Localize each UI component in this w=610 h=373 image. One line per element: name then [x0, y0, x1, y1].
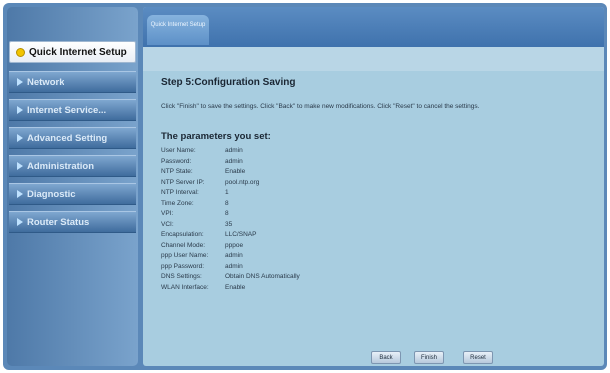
param-key: NTP Interval:	[161, 189, 199, 196]
param-value: 35	[225, 220, 233, 228]
sidebar-item-administration[interactable]: Administration	[9, 155, 136, 177]
arrow-right-icon	[17, 106, 23, 114]
param-row: ppp Password: admin	[161, 263, 592, 274]
param-key: ppp User Name:	[161, 252, 209, 259]
sidebar-item-label: Router Status	[27, 216, 90, 228]
param-row: Password: admin	[161, 158, 592, 169]
param-value: pppoe	[225, 241, 244, 249]
param-value: Enable	[225, 283, 246, 291]
param-row: User Name: admin	[161, 147, 592, 158]
tab-bar: Quick Internet Setup	[143, 7, 604, 47]
param-value: admin	[225, 147, 243, 154]
param-key: VCI:	[161, 220, 174, 228]
param-value: admin	[225, 157, 243, 165]
sidebar-item-label: Advanced Setting	[27, 132, 108, 144]
parameters-heading: The parameters you set:	[161, 131, 271, 142]
content-area: Step 5:Configuration Saving Click "Finis…	[161, 77, 592, 294]
param-key: DNS Settings:	[161, 273, 202, 280]
param-key: Password:	[161, 157, 192, 165]
sidebar-item-advanced-setting[interactable]: Advanced Setting	[9, 127, 136, 149]
active-bullet-icon	[16, 47, 25, 57]
sidebar-item-network[interactable]: Network	[9, 71, 136, 93]
sidebar-item-quick-internet-setup[interactable]: Quick Internet Setup	[9, 41, 136, 63]
sidebar-item-diagnostic[interactable]: Diagnostic	[9, 183, 136, 205]
param-row: WLAN Interface: Enable	[161, 284, 592, 295]
sub-header-bar	[143, 47, 604, 71]
sidebar-item-router-status[interactable]: Router Status	[9, 211, 136, 233]
param-key: WLAN Interface:	[161, 283, 209, 291]
param-value: 1	[225, 189, 229, 196]
param-row: NTP Server IP: pool.ntp.org	[161, 179, 592, 190]
param-row: VCI: 35	[161, 221, 592, 232]
param-key: Encapsulation:	[161, 231, 204, 238]
param-key: NTP Server IP:	[161, 178, 205, 186]
sidebar-item-label: Diagnostic	[27, 188, 76, 200]
tab-quick-internet-setup[interactable]: Quick Internet Setup	[147, 15, 209, 45]
finish-button[interactable]: Finish	[414, 351, 444, 364]
router-admin-window: Quick Internet Setup Network Internet Se…	[3, 3, 607, 370]
page-title: Step 5:Configuration Saving	[161, 77, 296, 88]
arrow-right-icon	[17, 162, 23, 170]
parameters-list: User Name: admin Password: admin NTP State…	[161, 147, 592, 294]
param-key: VPI:	[161, 210, 174, 217]
sidebar-item-label: Administration	[27, 160, 95, 172]
param-row: ppp User Name: admin	[161, 252, 592, 263]
main-panel: Quick Internet Setup Step 5:Configuratio…	[143, 7, 604, 366]
param-key: NTP State:	[161, 168, 193, 175]
sidebar-item-internet-service[interactable]: Internet Service...	[9, 99, 136, 121]
arrow-right-icon	[17, 218, 23, 226]
param-value: Enable	[225, 168, 246, 175]
sidebar-item-label: Internet Service...	[27, 104, 107, 116]
param-key: User Name:	[161, 147, 196, 154]
param-row: VPI: 8	[161, 210, 592, 221]
param-row: DNS Settings: Obtain DNS Automatically	[161, 273, 592, 284]
param-value: 8	[225, 199, 229, 207]
param-key: Time Zone:	[161, 199, 194, 207]
sidebar-item-label: Quick Internet Setup	[29, 46, 127, 58]
param-value: admin	[225, 252, 243, 259]
param-row: Channel Mode: pppoe	[161, 242, 592, 253]
param-key: Channel Mode:	[161, 241, 206, 249]
arrow-right-icon	[17, 78, 23, 86]
param-value: 8	[225, 210, 229, 217]
param-value: pool.ntp.org	[225, 178, 260, 186]
param-key: ppp Password:	[161, 262, 204, 270]
param-row: NTP Interval: 1	[161, 189, 592, 200]
param-value: admin	[225, 262, 243, 270]
back-button[interactable]: Back	[371, 351, 401, 364]
param-row: Encapsulation: LLC/SNAP	[161, 231, 592, 242]
sidebar-item-label: Network	[27, 76, 65, 88]
param-row: Time Zone: 8	[161, 200, 592, 211]
arrow-right-icon	[17, 134, 23, 142]
reset-button[interactable]: Reset	[463, 351, 493, 364]
arrow-right-icon	[17, 190, 23, 198]
param-row: NTP State: Enable	[161, 168, 592, 179]
param-value: Obtain DNS Automatically	[225, 273, 300, 280]
sidebar: Quick Internet Setup Network Internet Se…	[7, 7, 138, 366]
instructions-text: Click "Finish" to save the settings. Cli…	[161, 103, 480, 110]
param-value: LLC/SNAP	[225, 231, 257, 238]
